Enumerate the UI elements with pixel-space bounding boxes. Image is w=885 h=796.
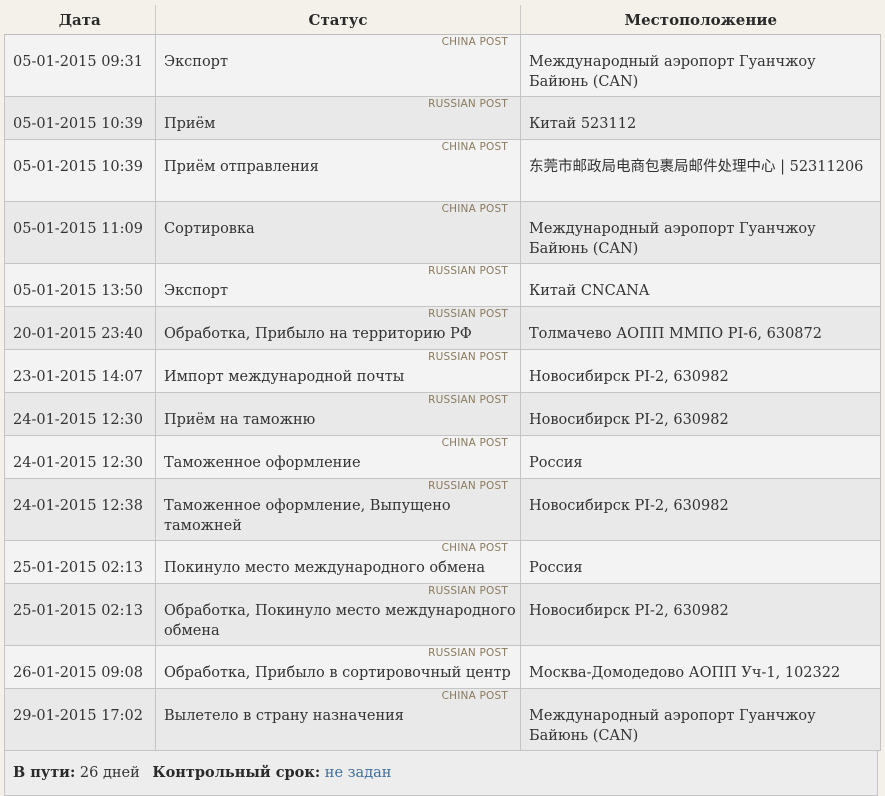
row-status-cell: RUSSIAN POST Обработка, Прибыло на террит… bbox=[155, 306, 521, 350]
row-date: 05-01-2015 11:09 bbox=[4, 201, 156, 264]
row-location: Международный аэропорт Гуанчжоу Байюнь (… bbox=[520, 201, 881, 264]
table-row: 23-01-2015 14:07 RUSSIAN POST Импорт между… bbox=[4, 349, 881, 393]
row-date: 05-01-2015 10:39 bbox=[4, 139, 156, 202]
row-date: 05-01-2015 13:50 bbox=[4, 263, 156, 307]
row-location: Китай 523112 bbox=[520, 96, 881, 140]
row-source-label: RUSSIAN POST bbox=[428, 647, 508, 659]
row-location: Международный аэропорт Гуанчжоу Байюнь (… bbox=[520, 34, 881, 97]
header-location: Местоположение bbox=[520, 5, 881, 35]
table-row: 05-01-2015 10:39 RUSSIAN POST Приём Китай 5… bbox=[4, 96, 881, 140]
row-status: Импорт международной почты bbox=[164, 369, 405, 385]
row-status: Приём bbox=[164, 116, 216, 132]
row-source-label: CHINA POST bbox=[441, 36, 508, 48]
row-source-label: CHINA POST bbox=[441, 690, 508, 702]
header-date: Дата bbox=[4, 5, 156, 35]
row-status: Вылетело в страну назначения bbox=[164, 708, 404, 724]
table-row: 29-01-2015 17:02 CHINA POST Вылетело в стр… bbox=[4, 688, 881, 751]
row-status: Обработка, Покинуло место международного… bbox=[164, 603, 516, 639]
row-date: 23-01-2015 14:07 bbox=[4, 349, 156, 393]
row-source-label: RUSSIAN POST bbox=[428, 98, 508, 110]
row-source-label: RUSSIAN POST bbox=[428, 585, 508, 597]
row-source-label: CHINA POST bbox=[441, 542, 508, 554]
row-location: Новосибирск PI-2, 630982 bbox=[520, 478, 881, 541]
row-source-label: RUSSIAN POST bbox=[428, 265, 508, 277]
row-location: Новосибирск PI-2, 630982 bbox=[520, 392, 881, 436]
row-location: Новосибирск PI-2, 630982 bbox=[520, 583, 881, 646]
table-row: 24-01-2015 12:38 RUSSIAN POST Таможенное о… bbox=[4, 478, 881, 541]
row-status: Таможенное оформление bbox=[164, 455, 361, 471]
row-status-cell: RUSSIAN POST Экспорт bbox=[155, 263, 521, 307]
row-status-cell: RUSSIAN POST Приём bbox=[155, 96, 521, 140]
row-source-label: RUSSIAN POST bbox=[428, 394, 508, 406]
deadline-label: Контрольный срок: bbox=[152, 764, 321, 781]
row-location: Москва-Домодедово АОПП Уч-1, 102322 bbox=[520, 645, 881, 689]
table-body: 05-01-2015 09:31 CHINA POST Экспорт Междуна… bbox=[4, 34, 881, 751]
row-date: 20-01-2015 23:40 bbox=[4, 306, 156, 350]
row-source-label: CHINA POST bbox=[441, 141, 508, 153]
row-date: 25-01-2015 02:13 bbox=[4, 583, 156, 646]
header-status: Статус bbox=[155, 5, 521, 35]
row-status: Приём отправления bbox=[164, 159, 319, 175]
row-date: 26-01-2015 09:08 bbox=[4, 645, 156, 689]
row-location: Толмачево АОПП ММПО PI-6, 630872 bbox=[520, 306, 881, 350]
row-location: Новосибирск PI-2, 630982 bbox=[520, 349, 881, 393]
row-status: Экспорт bbox=[164, 283, 228, 299]
deadline-value-link[interactable]: не задан bbox=[325, 765, 392, 781]
table-row: 25-01-2015 02:13 CHINA POST Покинуло место… bbox=[4, 540, 881, 584]
row-status-cell: RUSSIAN POST Обработка, Прибыло в сортиро… bbox=[155, 645, 521, 689]
row-status-cell: RUSSIAN POST Приём на таможню bbox=[155, 392, 521, 436]
row-status-cell: RUSSIAN POST Таможенное оформление, Выпущ… bbox=[155, 478, 521, 541]
row-date: 24-01-2015 12:30 bbox=[4, 435, 156, 479]
row-status: Обработка, Прибыло на территорию РФ bbox=[164, 326, 472, 342]
row-status: Приём на таможню bbox=[164, 412, 316, 428]
row-status: Таможенное оформление, Выпущено таможней bbox=[164, 498, 451, 534]
table-row: 25-01-2015 02:13 RUSSIAN POST Обработка, П… bbox=[4, 583, 881, 646]
row-status: Покинуло место международного обмена bbox=[164, 560, 486, 576]
row-status-cell: CHINA POST Вылетело в страну назначения bbox=[155, 688, 521, 751]
row-source-label: RUSSIAN POST bbox=[428, 480, 508, 492]
row-status-cell: CHINA POST Сортировка bbox=[155, 201, 521, 264]
row-source-label: CHINA POST bbox=[441, 203, 508, 215]
row-source-label: RUSSIAN POST bbox=[428, 351, 508, 363]
in-transit-label: В пути: bbox=[13, 764, 76, 781]
table-row: 05-01-2015 11:09 CHINA POST Сортировка Межд… bbox=[4, 201, 881, 264]
row-status-cell: RUSSIAN POST Импорт международной почты bbox=[155, 349, 521, 393]
table-row: 05-01-2015 10:39 CHINA POST Приём отправле… bbox=[4, 139, 881, 202]
in-transit-value: 26 дней bbox=[79, 765, 140, 781]
row-status: Обработка, Прибыло в сортировочный центр bbox=[164, 665, 511, 681]
row-status: Сортировка bbox=[164, 221, 255, 237]
row-status-cell: CHINA POST Экспорт bbox=[155, 34, 521, 97]
tracking-panel: Дата Статус Местоположение 05-01-2015 09… bbox=[4, 5, 881, 796]
row-location: Россия bbox=[520, 435, 881, 479]
row-location: 东莞市邮政局电商包裹局邮件处理中心 | 52311206 bbox=[520, 139, 881, 202]
table-header: Дата Статус Местоположение bbox=[4, 5, 881, 35]
table-row: 24-01-2015 12:30 RUSSIAN POST Приём на там… bbox=[4, 392, 881, 436]
table-row: 24-01-2015 12:30 CHINA POST Таможенное офо… bbox=[4, 435, 881, 479]
tracking-table: Дата Статус Местоположение 05-01-2015 09… bbox=[4, 5, 881, 751]
row-date: 24-01-2015 12:38 bbox=[4, 478, 156, 541]
row-date: 24-01-2015 12:30 bbox=[4, 392, 156, 436]
table-row: 05-01-2015 09:31 CHINA POST Экспорт Междуна… bbox=[4, 34, 881, 97]
row-date: 25-01-2015 02:13 bbox=[4, 540, 156, 584]
row-status-cell: CHINA POST Таможенное оформление bbox=[155, 435, 521, 479]
table-row: 05-01-2015 13:50 RUSSIAN POST Экспорт Китай… bbox=[4, 263, 881, 307]
row-location: Россия bbox=[520, 540, 881, 584]
row-status-cell: RUSSIAN POST Обработка, Покинуло место ме… bbox=[155, 583, 521, 646]
row-status-cell: CHINA POST Покинуло место международного … bbox=[155, 540, 521, 584]
table-row: 20-01-2015 23:40 RUSSIAN POST Обработка, П… bbox=[4, 306, 881, 350]
row-source-label: CHINA POST bbox=[441, 437, 508, 449]
row-location: Китай CNCANA bbox=[520, 263, 881, 307]
row-status: Экспорт bbox=[164, 54, 228, 70]
row-date: 29-01-2015 17:02 bbox=[4, 688, 156, 751]
table-row: 26-01-2015 09:08 RUSSIAN POST Обработка, П… bbox=[4, 645, 881, 689]
row-source-label: RUSSIAN POST bbox=[428, 308, 508, 320]
row-status-cell: CHINA POST Приём отправления bbox=[155, 139, 521, 202]
row-location: Международный аэропорт Гуанчжоу Байюнь (… bbox=[520, 688, 881, 751]
summary-footer: В пути: 26 дней Контрольный срок: не зад… bbox=[4, 751, 878, 796]
row-date: 05-01-2015 10:39 bbox=[4, 96, 156, 140]
row-date: 05-01-2015 09:31 bbox=[4, 34, 156, 97]
